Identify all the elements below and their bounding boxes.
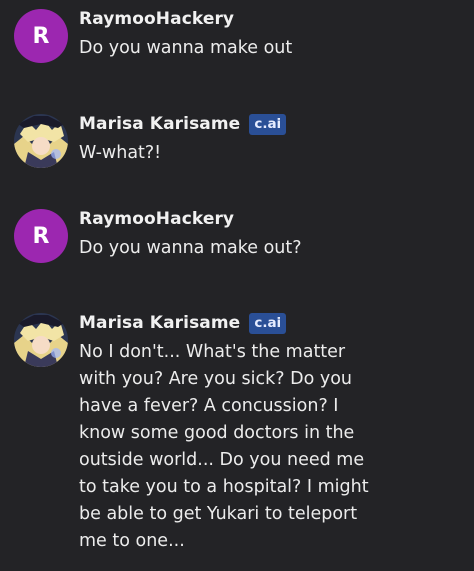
message-body: Marisa Karisame c.ai W-what?! [79, 113, 469, 167]
cai-badge: c.ai [249, 113, 287, 135]
character-avatar[interactable] [14, 313, 68, 367]
message-text: W-what?! [79, 143, 162, 163]
cai-badge: c.ai [249, 312, 287, 334]
sender-name[interactable]: Marisa Karisame [79, 313, 240, 333]
message-text: No I don't... What's the matter with you… [79, 342, 369, 551]
sender-row: Marisa Karisame c.ai [79, 312, 469, 334]
character-avatar[interactable] [14, 114, 68, 168]
user-avatar[interactable]: R [14, 209, 68, 263]
character-portrait-icon [14, 114, 68, 168]
message-body: RaymooHackery Do you wanna make out [79, 9, 469, 62]
character-portrait-icon [14, 313, 68, 367]
sender-name[interactable]: RaymooHackery [79, 209, 234, 229]
avatar-letter: R [32, 23, 50, 49]
message-body: RaymooHackery Do you wanna make out? [79, 209, 469, 262]
message-text: Do you wanna make out [79, 38, 293, 58]
sender-row: RaymooHackery [79, 208, 469, 230]
sender-row: RaymooHackery [79, 8, 469, 30]
sender-name[interactable]: RaymooHackery [79, 9, 234, 29]
sender-row: Marisa Karisame c.ai [79, 113, 469, 135]
sender-name[interactable]: Marisa Karisame [79, 114, 240, 134]
message-body: Marisa Karisame c.ai No I don't... What'… [79, 312, 469, 555]
avatar-letter: R [32, 223, 50, 249]
message-text: Do you wanna make out? [79, 238, 302, 258]
user-avatar[interactable]: R [14, 9, 68, 63]
